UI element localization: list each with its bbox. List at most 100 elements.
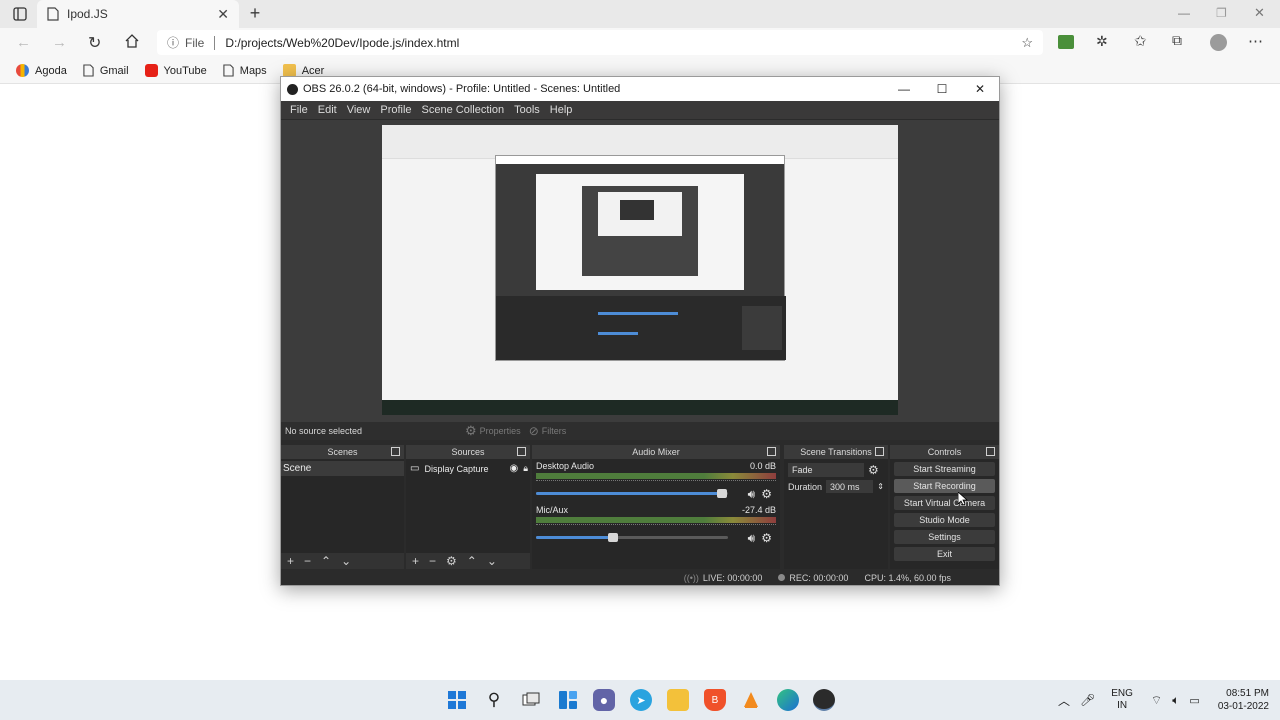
settings-button[interactable]: Settings [894,530,995,544]
profile-avatar[interactable] [1210,34,1227,51]
eye-icon[interactable]: ◉ [509,463,518,474]
minimize-browser-icon[interactable]: — [1178,6,1190,20]
volume-icon[interactable]: 🔈︎ [1172,693,1179,708]
gear-icon[interactable]: ⚙ [761,487,772,502]
language-indicator[interactable]: ENG IN [1111,688,1133,712]
channel-name: Desktop Audio [536,461,595,471]
lock-icon[interactable]: 🔒︎ [523,463,528,474]
undock-icon[interactable] [875,447,884,456]
wifi-icon[interactable]: ⌔ [1151,693,1162,708]
source-list-item[interactable]: ▭ Display Capture ◉ 🔒︎ [406,461,530,476]
remove-icon[interactable]: − [304,554,311,568]
home-icon[interactable] [124,33,140,49]
spin-arrows-icon[interactable]: ⇕ [877,482,884,491]
menu-view[interactable]: View [342,104,376,116]
browser-toolbar: ← → ↻ ⓘ File D:/projects/Web%20Dev/Ipode… [0,28,1280,58]
remove-icon[interactable]: − [429,554,436,568]
duration-input[interactable]: 300 ms [826,480,874,493]
file-explorer-icon[interactable] [667,689,689,711]
add-icon[interactable]: + [412,554,419,568]
menu-scene-collection[interactable]: Scene Collection [417,104,510,116]
close-tab-icon[interactable]: ✕ [217,6,229,23]
widgets-icon[interactable] [557,689,579,711]
obs-minimize-icon[interactable]: — [885,82,923,96]
preview-canvas[interactable] [382,125,898,415]
move-up-icon[interactable]: ⌃ [467,554,477,568]
studio-mode-button[interactable]: Studio Mode [894,513,995,527]
teams-chat-icon[interactable]: ● [593,689,615,711]
bookmark-youtube[interactable]: YouTube [139,64,213,77]
favorites-icon[interactable]: ✩ [1134,32,1147,50]
extensions-icon[interactable]: ✲ [1096,33,1108,50]
menu-profile[interactable]: Profile [375,104,416,116]
new-tab-icon[interactable]: + [246,3,264,23]
bookmark-agoda[interactable]: Agoda [10,64,73,77]
undock-icon[interactable] [767,447,776,456]
obs-window-title: OBS 26.0.2 (64-bit, windows) - Profile: … [303,83,621,95]
move-down-icon[interactable]: ⌄ [487,554,497,568]
properties-button[interactable]: ⚙ Properties [465,423,521,439]
task-view-icon[interactable] [520,689,542,711]
menu-edit[interactable]: Edit [313,104,342,116]
bookmark-gmail[interactable]: Gmail [77,64,135,77]
volume-slider[interactable] [536,489,728,498]
add-icon[interactable]: + [287,554,294,568]
volume-slider[interactable] [536,533,728,542]
favorite-add-icon[interactable]: ☆ [1021,35,1033,51]
gear-icon[interactable]: ⚙ [761,531,772,546]
preview-nested-window [495,155,786,361]
obs-close-icon[interactable]: ✕ [961,82,999,96]
microphone-icon[interactable]: 🎤︎ [1080,693,1095,707]
reading-icon[interactable] [1058,35,1074,49]
more-menu-icon[interactable]: ⋯ [1248,32,1263,50]
refresh-icon[interactable]: ↻ [88,33,101,53]
info-icon[interactable]: ⓘ [167,34,179,51]
menu-tools[interactable]: Tools [509,104,545,116]
start-streaming-button[interactable]: Start Streaming [894,462,995,476]
search-icon[interactable]: ⚲ [483,689,505,711]
chevron-up-icon[interactable]: ︿ [1058,692,1070,709]
scene-list-item[interactable]: Scene [281,461,404,476]
speaker-icon[interactable]: 🔊︎ [748,487,756,502]
undock-icon[interactable] [391,447,400,456]
obs-taskbar-icon[interactable] [813,689,835,711]
start-virtual-camera-button[interactable]: Start Virtual Camera [894,496,995,510]
audio-mixer-header: Audio Mixer [532,445,780,459]
exit-button[interactable]: Exit [894,547,995,561]
undock-icon[interactable] [517,447,526,456]
brave-icon[interactable]: B [704,689,726,711]
volume-slider-thumb[interactable] [717,489,728,498]
telegram-icon[interactable]: ➤ [630,689,652,711]
transition-select[interactable]: Fade [788,463,864,477]
obs-maximize-icon[interactable]: ☐ [923,82,961,96]
undock-icon[interactable] [986,447,995,456]
gear-icon[interactable]: ⚙ [868,463,879,477]
close-browser-icon[interactable]: ✕ [1254,5,1265,21]
menu-file[interactable]: File [285,104,313,116]
move-down-icon[interactable]: ⌄ [341,554,351,568]
collections-icon[interactable]: ⧉ [1172,32,1182,49]
volume-meter [536,473,776,479]
edge-icon[interactable] [777,689,799,711]
menu-help[interactable]: Help [545,104,578,116]
back-icon[interactable]: ← [16,34,31,51]
gear-icon[interactable]: ⚙ [446,554,457,568]
start-icon[interactable] [446,689,468,711]
start-recording-button[interactable]: Start Recording [894,479,995,493]
filters-button[interactable]: ⊘ Filters [529,424,567,438]
system-tray: ︿ 🎤︎ ENG IN ⌔ 🔈︎ ▭ 08:51 PM 03-01-2022 [1058,680,1269,720]
vlc-icon[interactable] [740,689,762,711]
volume-slider-thumb[interactable] [607,533,618,542]
meter-ticks [536,524,776,530]
tab-actions-icon[interactable] [12,6,28,22]
battery-icon[interactable]: ▭ [1189,694,1199,707]
move-up-icon[interactable]: ⌃ [321,554,331,568]
gear-icon: ⚙ [465,423,477,438]
tab-ipod-js[interactable]: Ipod.JS ✕ [37,0,239,28]
restore-browser-icon[interactable]: ❐ [1216,6,1227,20]
clock[interactable]: 08:51 PM 03-01-2022 [1218,687,1269,713]
bookmark-maps[interactable]: Maps [217,64,273,77]
address-bar[interactable]: ⓘ File D:/projects/Web%20Dev/Ipode.js/in… [157,30,1043,55]
speaker-icon[interactable]: 🔊︎ [748,531,756,546]
forward-icon[interactable]: → [52,34,67,51]
